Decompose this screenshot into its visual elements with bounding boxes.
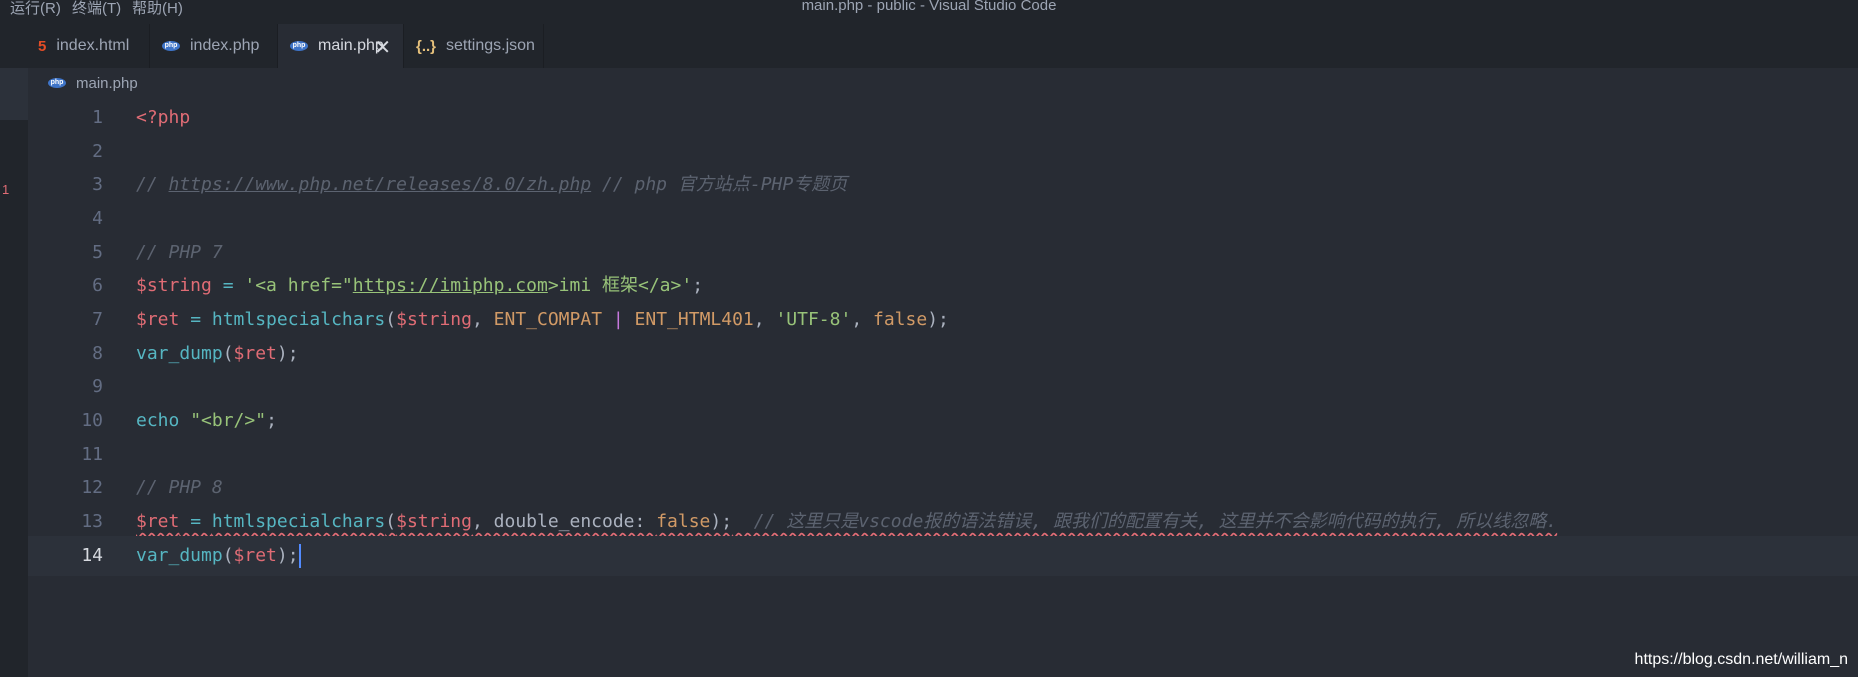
string: >imi 框架</a>' bbox=[547, 275, 693, 296]
title-bar: 运行(R) 终端(T) 帮助(H) main.php - public - Vi… bbox=[0, 0, 1858, 17]
variable: $ret bbox=[233, 343, 277, 364]
code-line-current[interactable]: 14 var_dump($ret); bbox=[28, 536, 1858, 576]
comment: // php 官方站点-PHP专题页 bbox=[591, 174, 848, 195]
code-editor[interactable]: 1 <?php 2 3 // https://www.php.net/relea… bbox=[28, 98, 1858, 677]
punctuation: ; bbox=[692, 275, 704, 296]
punctuation: ( bbox=[385, 511, 397, 532]
punctuation: ; bbox=[266, 410, 277, 431]
variable: $string bbox=[396, 309, 472, 330]
php-icon: php bbox=[162, 41, 180, 51]
constant: ENT_COMPAT bbox=[493, 309, 603, 330]
punctuation: ); bbox=[276, 545, 299, 566]
breadcrumb[interactable]: php main.php bbox=[28, 68, 1858, 98]
string: 'UTF-8' bbox=[775, 309, 852, 330]
text-cursor bbox=[298, 544, 301, 568]
php-open-tag: <?php bbox=[136, 107, 191, 128]
activity-strip: 1 bbox=[0, 68, 28, 677]
tab-label: settings.json bbox=[446, 37, 535, 54]
window-title: main.php - public - Visual Studio Code bbox=[801, 0, 1057, 14]
tab-label: index.html bbox=[56, 37, 130, 54]
tab-settings-json[interactable]: {..} settings.json bbox=[404, 24, 544, 68]
punctuation: , bbox=[851, 309, 873, 330]
constant: false bbox=[873, 309, 928, 330]
punctuation: , double_encode: bbox=[471, 511, 657, 532]
php-icon: php bbox=[48, 78, 66, 88]
string: "<br/>" bbox=[190, 410, 267, 431]
operator: | bbox=[602, 309, 635, 330]
operator: = bbox=[179, 309, 212, 330]
punctuation: ( bbox=[385, 309, 397, 330]
function: htmlspecialchars bbox=[211, 309, 386, 330]
html-icon: 5 bbox=[38, 37, 47, 55]
string-link[interactable]: https://imiphp.com bbox=[353, 275, 548, 296]
tab-label: index.php bbox=[190, 37, 260, 54]
operator: = bbox=[211, 275, 245, 296]
punctuation: ); bbox=[927, 309, 949, 330]
variable: $ret bbox=[233, 545, 277, 566]
punctuation: ( bbox=[222, 545, 234, 566]
problem-marker: 1 bbox=[2, 182, 10, 197]
tab-index-html[interactable]: 5 index.html bbox=[26, 24, 150, 68]
php-icon: php bbox=[290, 41, 308, 51]
operator: = bbox=[179, 511, 212, 532]
json-icon: {..} bbox=[416, 37, 437, 55]
variable: $ret bbox=[136, 511, 180, 532]
comment: // bbox=[136, 174, 169, 195]
punctuation: ); bbox=[276, 343, 299, 364]
watermark: https://blog.csdn.net/william_n bbox=[1634, 651, 1848, 668]
function: var_dump bbox=[136, 545, 223, 566]
tab-main-php[interactable]: php main.php ✕ bbox=[278, 24, 404, 68]
punctuation: ( bbox=[222, 343, 234, 364]
string: '<a href=" bbox=[244, 275, 353, 296]
line-number: 14 bbox=[81, 545, 103, 566]
tab-index-php[interactable]: php index.php bbox=[150, 24, 278, 68]
punctuation: ); bbox=[710, 511, 733, 532]
strip-selection bbox=[0, 68, 28, 120]
constant: false bbox=[656, 511, 711, 532]
comment: // 这里只是vscode报的语法错误, 跟我们的配置有关, 这里并不会影响代码… bbox=[732, 511, 1558, 532]
constant: ENT_HTML401 bbox=[634, 309, 754, 330]
variable: $string bbox=[136, 275, 212, 296]
variable: $ret bbox=[136, 309, 180, 330]
variable: $string bbox=[396, 511, 472, 532]
close-icon[interactable]: ✕ bbox=[374, 35, 391, 60]
punctuation: , bbox=[471, 309, 494, 330]
breadcrumb-file[interactable]: main.php bbox=[76, 75, 138, 92]
punctuation: , bbox=[753, 309, 776, 330]
comment-link[interactable]: https://www.php.net/releases/8.0/zh.php bbox=[169, 174, 592, 195]
function: htmlspecialchars bbox=[211, 511, 386, 532]
keyword: echo bbox=[136, 410, 180, 431]
tab-bar: 5 index.html php index.php php main.php … bbox=[0, 16, 1858, 68]
function: var_dump bbox=[136, 343, 223, 364]
